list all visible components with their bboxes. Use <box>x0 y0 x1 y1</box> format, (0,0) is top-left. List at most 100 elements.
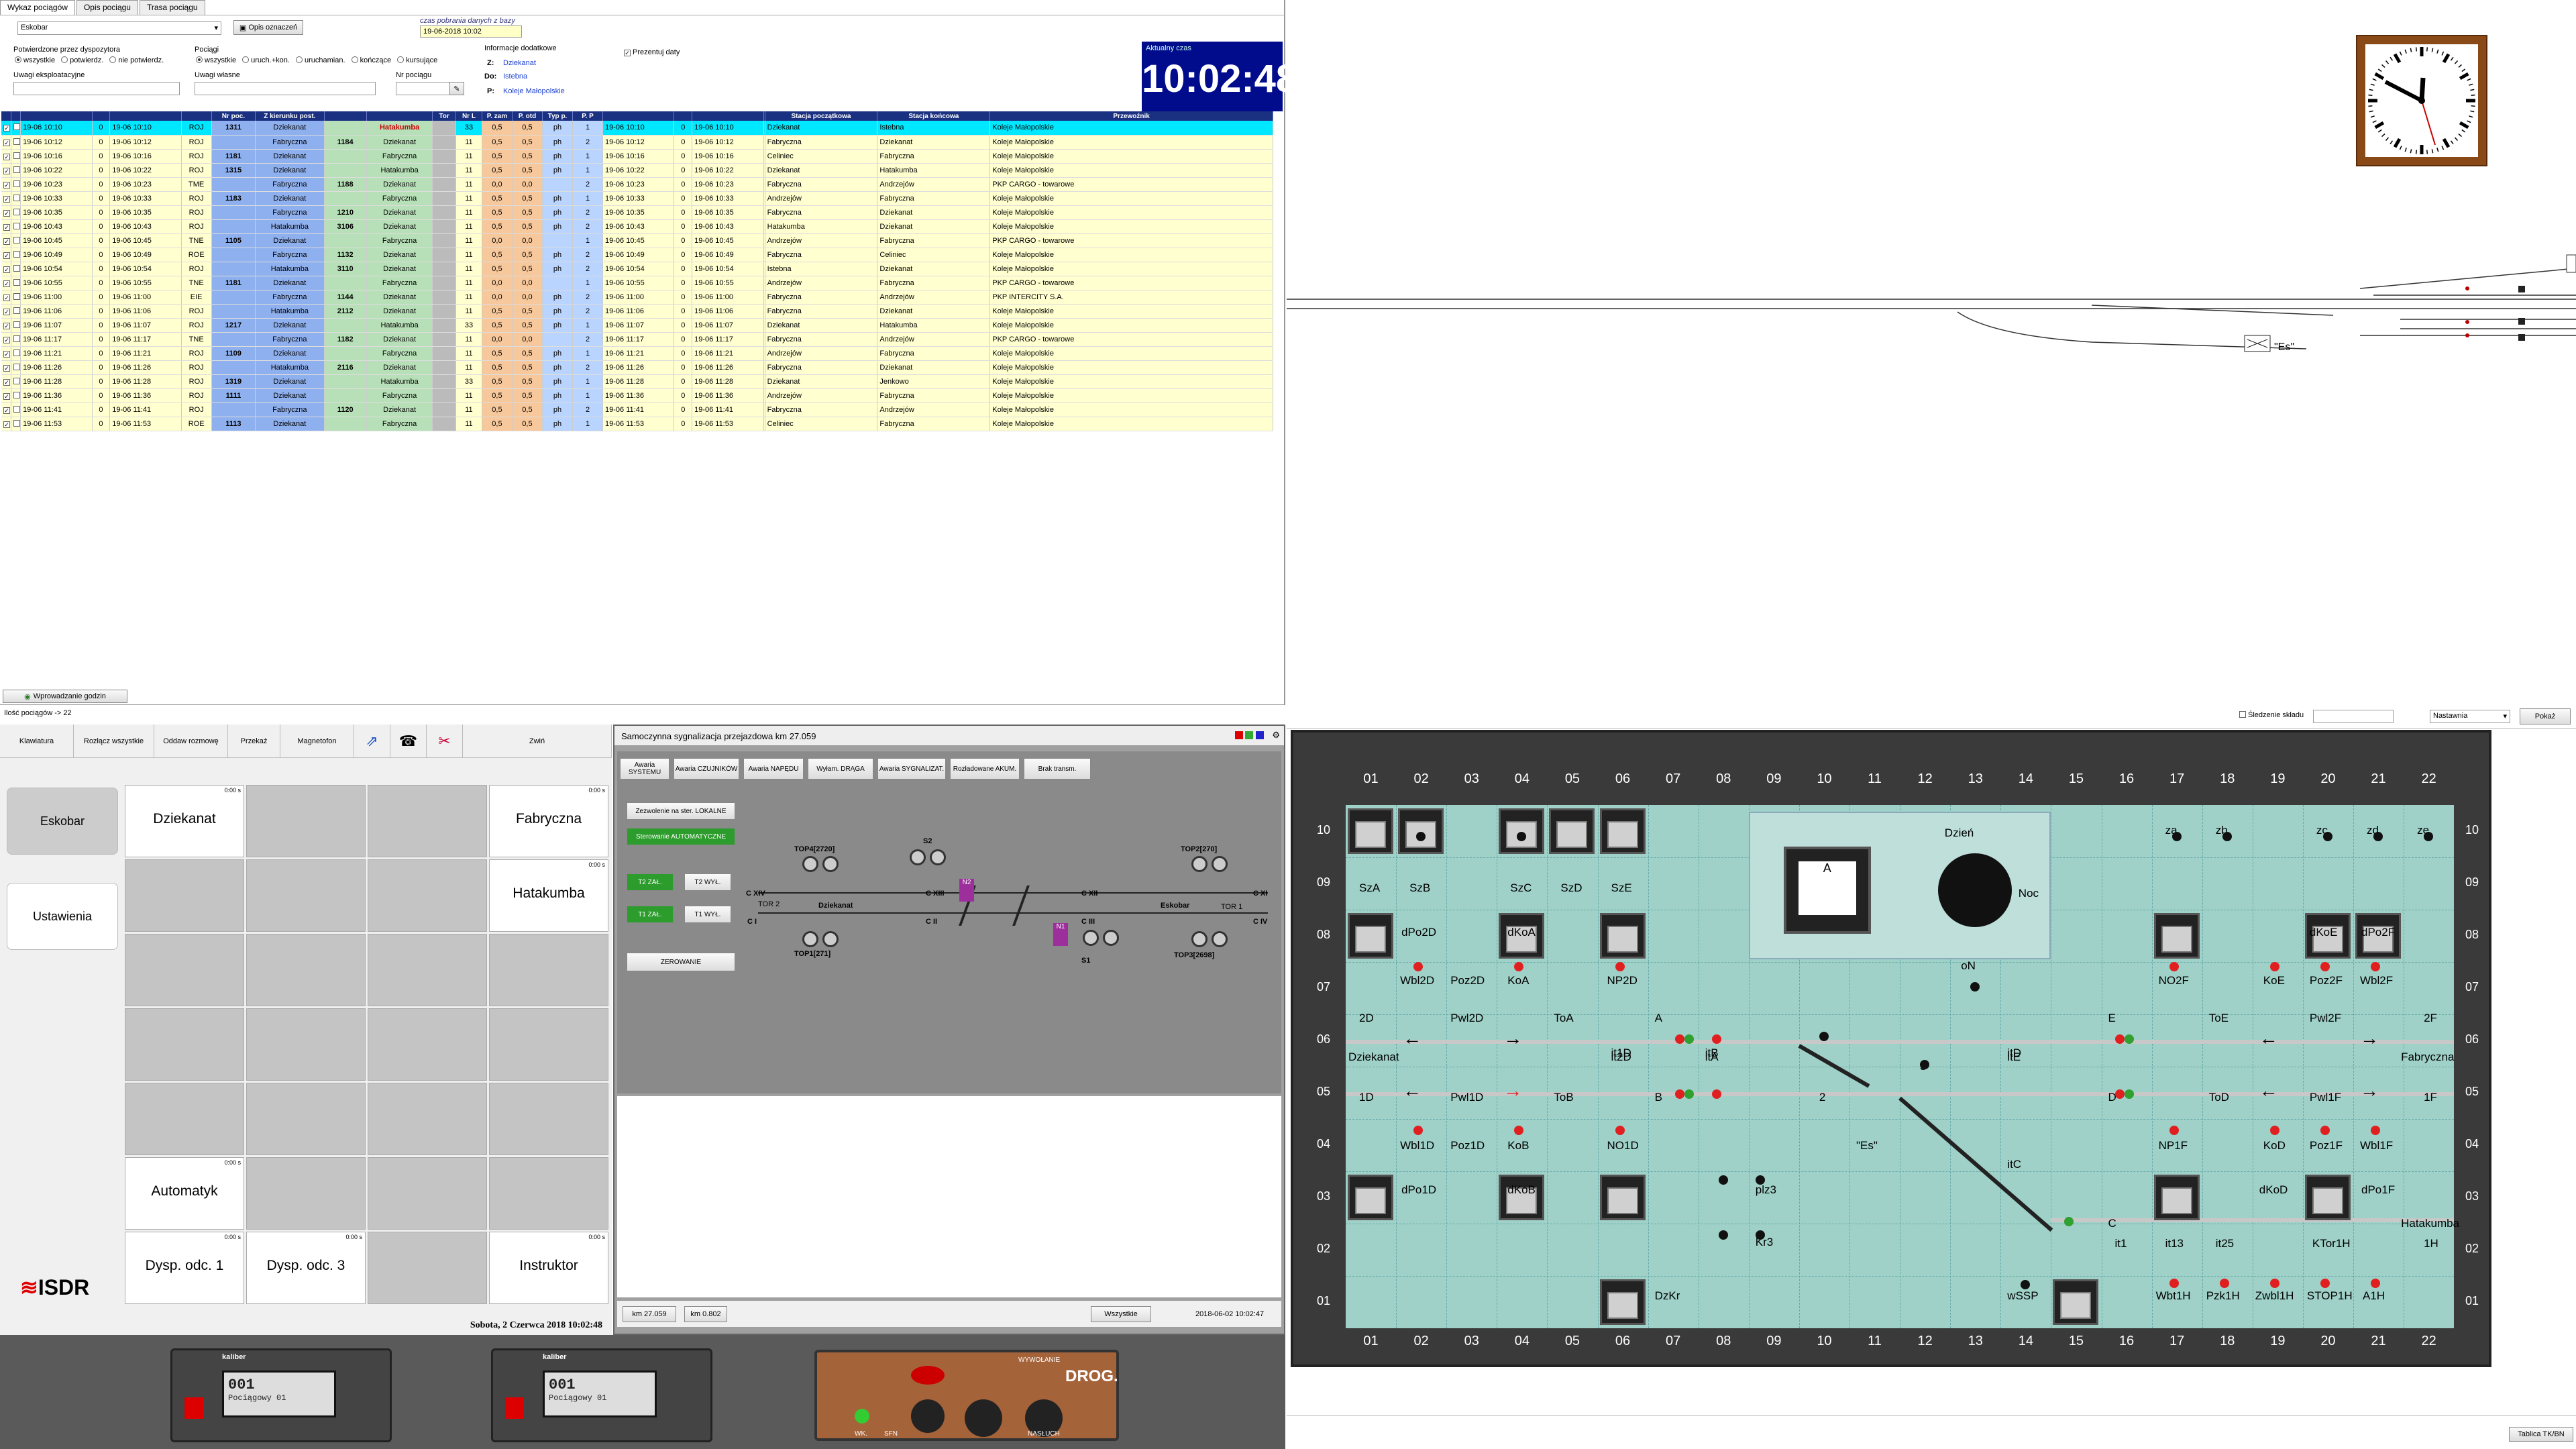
column-header[interactable]: Nr poc. <box>211 111 256 121</box>
push-button-panel[interactable] <box>1348 808 1393 854</box>
note-checkbox[interactable] <box>11 233 21 248</box>
confirm-checkbox[interactable]: ✓ <box>1 388 11 403</box>
note-checkbox[interactable] <box>11 402 21 417</box>
intercom-empty-slot[interactable] <box>125 934 244 1006</box>
intercom-empty-slot[interactable] <box>125 1083 244 1155</box>
tab-trasa[interactable]: Trasa pociągu <box>139 0 205 15</box>
tablica-button[interactable]: Tablica TK/BN <box>2509 1427 2573 1442</box>
arrow-right-icon[interactable]: → <box>1503 1028 1522 1049</box>
arrow-left-icon[interactable]: ← <box>1403 1028 1421 1049</box>
intercom-empty-slot[interactable] <box>246 785 366 857</box>
confirm-checkbox[interactable]: ✓ <box>1 135 11 150</box>
lokalne-button[interactable]: Zezwolenie na ster. LOKALNE <box>627 802 735 820</box>
arrow-left-icon[interactable]: ← <box>2259 1080 2278 1102</box>
radio-device-2[interactable]: kaliber 001 Pociągowy 01 <box>491 1348 712 1442</box>
push-button-panel[interactable] <box>1499 808 1545 854</box>
knob-sfn[interactable] <box>911 1399 945 1433</box>
table-row[interactable]: ✓ 19-06 10:22 0 19-06 10:22 ROJ 1315 Dziekanat… <box>1 163 1273 178</box>
push-button-panel[interactable] <box>2153 913 2200 959</box>
automatyczne-button[interactable]: Sterowanie AUTOMATYCZNE <box>627 828 735 845</box>
zwin-button[interactable]: Zwiń <box>463 724 612 758</box>
note-checkbox[interactable] <box>11 304 21 319</box>
table-row[interactable]: ✓ 19-06 10:12 0 19-06 10:12 ROJ Fabryczna 1184… <box>1 135 1273 150</box>
intercom-empty-slot[interactable] <box>368 859 487 932</box>
nav-eskobar[interactable]: Eskobar <box>7 788 118 855</box>
magnetofon-button[interactable]: Magnetofon <box>280 724 354 758</box>
wprowadzanie-godzin-button[interactable]: ◉ Wprowadzanie godzin <box>3 690 127 703</box>
table-row[interactable]: ✓ 19-06 11:28 0 19-06 11:28 ROJ 1319 Dziekanat… <box>1 374 1273 389</box>
radio-p-kursujace[interactable] <box>397 56 405 63</box>
pokaz-button[interactable]: Pokaż <box>2520 708 2571 724</box>
intercom-empty-slot[interactable] <box>125 859 244 932</box>
confirm-checkbox[interactable]: ✓ <box>1 402 11 417</box>
table-row[interactable]: ✓ 19-06 10:35 0 19-06 10:35 ROJ Fabryczna 1210… <box>1 205 1273 220</box>
table-row[interactable]: ✓ 19-06 11:36 0 19-06 11:36 ROJ 1111 Dziekanat… <box>1 388 1273 403</box>
intercom-automatyk[interactable]: 0:00 s Automatyk <box>125 1157 244 1230</box>
t1-off-button[interactable]: T1 WYŁ. <box>684 906 731 923</box>
table-row[interactable]: ✓ 19-06 11:21 0 19-06 11:21 ROJ 1109 Dziekanat… <box>1 346 1273 361</box>
crossing-alarm-0[interactable]: Awaria SYSTEMU <box>620 758 669 780</box>
wszystkie-button[interactable]: Wszystkie <box>1091 1306 1151 1322</box>
table-row[interactable]: ✓ 19-06 11:41 0 19-06 11:41 ROJ Fabryczna 1120… <box>1 402 1273 417</box>
radio-potwierdz[interactable] <box>61 56 68 63</box>
column-header[interactable]: P. P <box>572 111 604 121</box>
column-header[interactable]: Stacja końcowa <box>877 111 991 121</box>
checkbox[interactable] <box>2239 711 2246 718</box>
km1-button[interactable]: km 27.059 <box>623 1306 676 1322</box>
arrow-left-icon[interactable]: ← <box>2259 1028 2278 1049</box>
confirm-checkbox[interactable]: ✓ <box>1 191 11 206</box>
intercom-empty-slot[interactable] <box>489 1157 608 1230</box>
note-checkbox[interactable] <box>11 219 21 234</box>
table-row[interactable]: ✓ 19-06 10:54 0 19-06 10:54 ROJ Hatakumba 3110… <box>1 262 1273 276</box>
confirm-checkbox[interactable]: ✓ <box>1 318 11 333</box>
uwagi-wlasne-input[interactable] <box>195 82 376 95</box>
note-checkbox[interactable] <box>11 177 21 192</box>
intercom-fabryczna[interactable]: 0:00 s Fabryczna <box>489 785 608 857</box>
note-checkbox[interactable] <box>11 163 21 178</box>
confirm-checkbox[interactable]: ✓ <box>1 360 11 375</box>
settings-icon[interactable]: ⚙ <box>1272 730 1280 741</box>
table-row[interactable]: ✓ 19-06 10:49 0 19-06 10:49 ROE Fabryczna 1132… <box>1 248 1273 262</box>
confirm-checkbox[interactable]: ✓ <box>1 163 11 178</box>
push-button-panel[interactable] <box>1398 808 1444 854</box>
table-row[interactable]: ✓ 19-06 10:33 0 19-06 10:33 ROJ 1183 Dziekanat… <box>1 191 1273 206</box>
intercom-hatakumba[interactable]: 0:00 s Hatakumba <box>489 859 608 932</box>
intercom-dysp-odc-3[interactable]: 0:00 s Dysp. odc. 3 <box>246 1232 366 1304</box>
radio-p-uruch[interactable] <box>295 56 303 63</box>
transfer-icon[interactable]: ⇗ <box>354 724 390 758</box>
crossing-alarm-4[interactable]: Awaria SYGNALIZAT. <box>877 758 946 780</box>
note-checkbox[interactable] <box>11 417 21 431</box>
push-button-panel[interactable] <box>2053 1279 2099 1325</box>
column-header[interactable]: P. otd <box>512 111 543 121</box>
call-button[interactable] <box>911 1366 945 1385</box>
push-button-panel[interactable] <box>2304 1175 2351 1220</box>
warning-icon[interactable] <box>184 1397 203 1419</box>
knob-volume[interactable] <box>965 1399 1002 1437</box>
intercom-empty-slot[interactable] <box>246 1083 366 1155</box>
crossing-alarm-1[interactable]: Awaria CZUJNIKÓW <box>674 758 739 780</box>
table-row[interactable]: ✓ 19-06 10:16 0 19-06 10:16 ROJ 1181 Dziekanat… <box>1 149 1273 164</box>
radio-p-wszystkie[interactable] <box>196 56 203 63</box>
sledzenie-select[interactable] <box>2313 710 2394 723</box>
column-header[interactable] <box>181 111 212 121</box>
phone-icon[interactable]: ☎ <box>390 724 427 758</box>
radio-device-1[interactable]: kaliber 001 Pociągowy 01 <box>170 1348 392 1442</box>
intercom-empty-slot[interactable] <box>368 1157 487 1230</box>
note-checkbox[interactable] <box>11 191 21 206</box>
drog-radio[interactable]: WYWOŁANIE DROG. SFN WK. NASŁUCH <box>814 1350 1119 1441</box>
confirm-checkbox[interactable]: ✓ <box>1 417 11 431</box>
column-header[interactable]: Stacja początkowa <box>765 111 878 121</box>
table-row[interactable]: ✓ 19-06 11:53 0 19-06 11:53 ROE 1113 Dziekanat… <box>1 417 1273 431</box>
column-header[interactable]: Przewoźnik <box>989 111 1273 121</box>
mute-icon[interactable]: ✂ <box>427 724 463 758</box>
column-header[interactable]: Z kierunku post. <box>255 111 325 121</box>
intercom-dziekanat[interactable]: 0:00 s Dziekanat <box>125 785 244 857</box>
intercom-instruktor[interactable]: 0:00 s Instruktor <box>489 1232 608 1304</box>
confirm-checkbox[interactable]: ✓ <box>1 177 11 192</box>
tab-opis[interactable]: Opis pociągu <box>76 0 138 15</box>
push-button-panel[interactable] <box>1599 1279 1646 1325</box>
column-header[interactable] <box>602 111 675 121</box>
table-row[interactable]: ✓ 19-06 10:23 0 19-06 10:23 TME Fabryczna 1188… <box>1 177 1273 192</box>
confirm-checkbox[interactable]: ✓ <box>1 121 11 136</box>
confirm-checkbox[interactable]: ✓ <box>1 290 11 305</box>
